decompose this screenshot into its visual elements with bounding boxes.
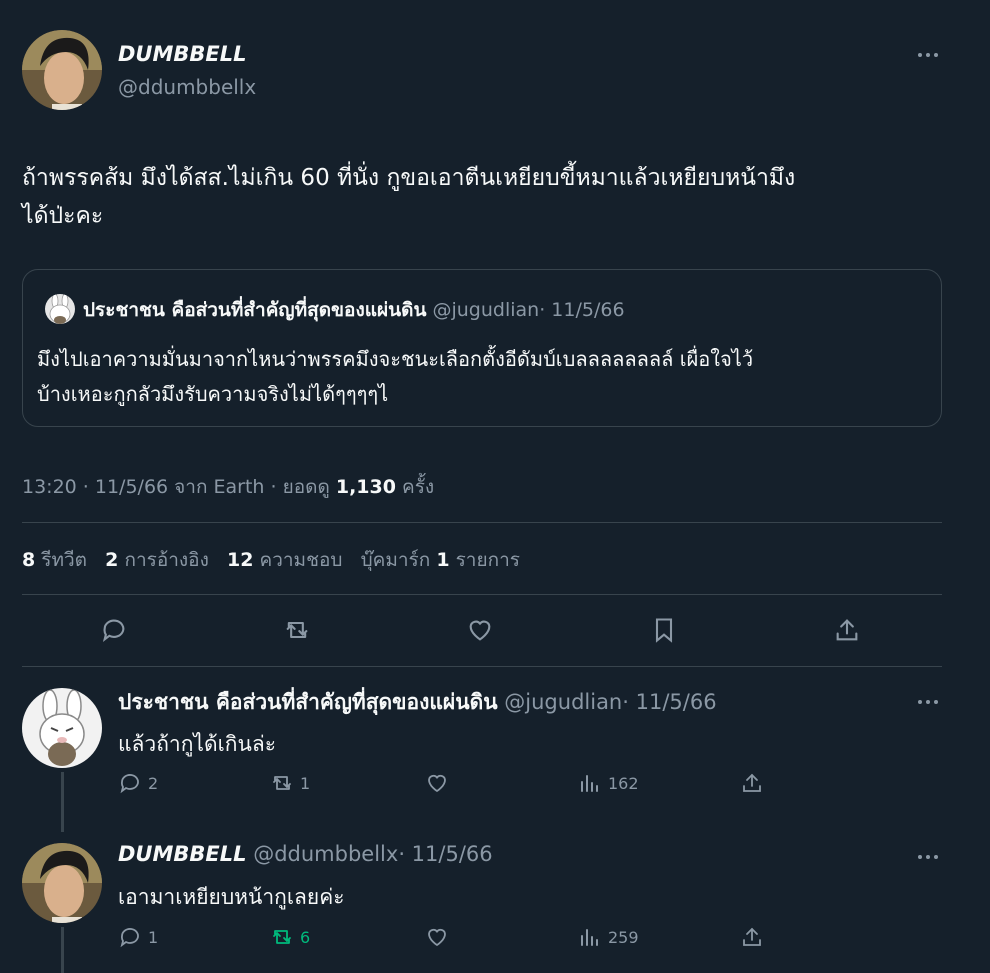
tweet-timestamp[interactable]: 13:20 · 11/5/66 จาก Earth · ยอดดู [22,476,330,498]
author-avatar[interactable] [22,30,102,110]
reply-count: 2 [148,773,159,793]
thread-line [61,772,64,832]
bookmark-icon[interactable] [650,616,678,644]
tweet-text-line-1: ถ้าพรรคส้ม มึงได้สส.ไม่เกิน 60 ที่นั่ง ก… [22,165,796,191]
retweet-button[interactable]: 1 [270,771,310,795]
retweet-count: 6 [300,927,311,947]
reply-text: แล้วถ้ากูได้เกินล่ะ [118,732,277,756]
quote-author-avatar [45,294,75,324]
likes-stat[interactable]: 12 ความชอบ [227,549,342,571]
quote-tweet-card[interactable]: ประชาชน คือส่วนที่สำคัญที่สุดของแผ่นดิน … [22,269,942,427]
quote-text-line-1: มึงไปเอาความมั่นมาจากไหนว่าพรรคมึงจะชนะเ… [37,347,754,371]
reply-count: 1 [148,927,159,947]
like-icon[interactable] [466,616,494,644]
reply-button[interactable]: 2 [118,771,158,795]
share-button[interactable] [740,925,764,949]
quotes-stat[interactable]: 2 การอ้างอิง [105,549,209,571]
reply-date[interactable]: · 11/5/66 [622,690,716,714]
bookmarks-stat[interactable]: บุ๊คมาร์ก 1 รายการ [361,549,520,571]
reply-avatar[interactable] [22,688,102,768]
reply-button[interactable]: 1 [118,925,158,949]
reply-author-handle[interactable]: @jugudlian [504,690,622,714]
reply-author-name[interactable]: DUMBBELL [118,842,247,866]
like-button[interactable] [425,925,449,949]
views-count: 1,130 [335,476,396,498]
share-button[interactable] [740,771,764,795]
divider [22,522,942,523]
divider [22,666,942,667]
author-handle[interactable]: @ddumbbellx [118,75,256,99]
more-options-icon[interactable] [918,50,944,60]
views-button[interactable]: 162 [578,771,639,795]
views-count: 259 [608,927,639,947]
quote-text-line-2: บ้างเหอะกูกลัวมึงรับความจริงไม่ได้ๆๆๆๆไ [37,382,389,406]
views-label: ครั้ง [402,476,435,498]
thread-line [61,927,64,973]
quote-author-name: ประชาชน คือส่วนที่สำคัญที่สุดของแผ่นดิน [83,299,427,321]
retweet-icon[interactable] [283,616,311,644]
quote-date: · 11/5/66 [539,299,625,321]
share-icon[interactable] [833,616,861,644]
reply-avatar[interactable] [22,843,102,923]
more-options-icon[interactable] [918,852,944,862]
author-name[interactable]: DUMBBELL [118,42,247,66]
views-count: 162 [608,773,639,793]
reply-author-handle[interactable]: @ddumbbellx [253,842,398,866]
more-options-icon[interactable] [918,697,944,707]
tweet-text-line-2: ได้ป่ะคะ [22,203,104,229]
divider [22,594,942,595]
retweet-count: 1 [300,773,311,793]
retweet-button[interactable]: 6 [270,925,310,949]
views-button[interactable]: 259 [578,925,639,949]
retweets-stat[interactable]: 8 รีทวีต [22,549,87,571]
reply-icon[interactable] [100,616,128,644]
reply-author-name[interactable]: ประชาชน คือส่วนที่สำคัญที่สุดของแผ่นดิน [118,690,498,714]
like-button[interactable] [425,771,449,795]
reply-text: เอามาเหยียบหน้ากูเลยค่ะ [118,885,345,909]
reply-date[interactable]: · 11/5/66 [398,842,492,866]
quote-author-handle: @jugudlian [432,299,540,321]
